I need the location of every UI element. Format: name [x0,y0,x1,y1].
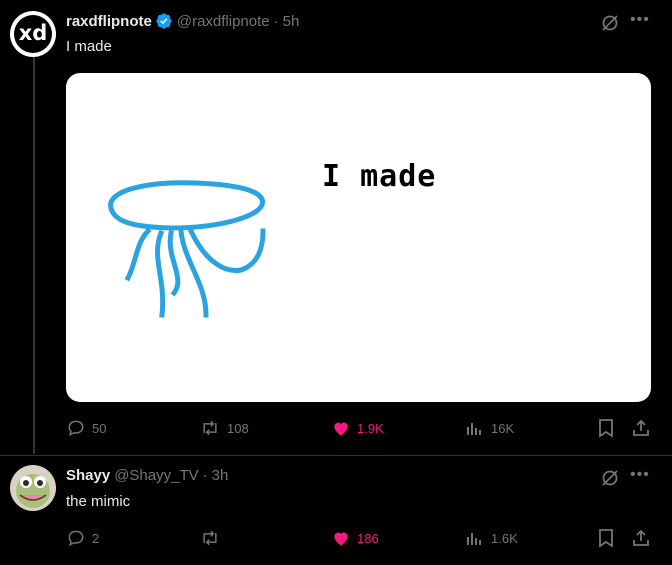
like-count: 1.9K [357,420,384,436]
reply-author-handle[interactable]: @Shayy_TV [114,467,198,484]
like-button[interactable]: 186 [331,528,379,548]
verified-badge-icon [155,12,173,30]
reply-count: 50 [92,420,107,436]
reply-time[interactable]: 3h [212,467,229,484]
like-button[interactable]: 1.9K [331,418,384,438]
reply-count: 2 [92,530,100,546]
thread-line [33,54,35,454]
author-handle[interactable]: @raxdflipnote [177,13,270,30]
repost-icon [203,420,217,436]
drawing-image [108,180,266,318]
like-count: 186 [357,530,379,546]
author-name[interactable]: raxdflipnote [66,13,152,30]
like-icon [334,532,348,546]
share-icon[interactable] [631,418,651,438]
post-text: I made [66,38,112,55]
views-button[interactable]: 16K [465,418,514,438]
views-count: 16K [491,420,515,436]
reply-icon [68,420,84,437]
repost-button[interactable] [199,528,227,548]
views-count: 1.6K [491,530,518,546]
reply-avatar[interactable] [10,465,56,511]
reply-icon [68,530,84,547]
like-icon [334,422,348,436]
divider [0,455,672,456]
bookmark-icon[interactable] [597,528,615,548]
repost-button[interactable]: 108 [199,418,249,438]
separator-dot: · [202,467,208,484]
reply-button[interactable]: 2 [66,528,99,548]
post-media[interactable]: I made [66,73,651,402]
share-icon[interactable] [631,528,651,548]
views-icon [467,423,481,435]
repost-icon [203,530,217,546]
media-caption: I made [322,159,437,194]
more-icon[interactable]: ••• [630,466,650,484]
author-avatar[interactable]: xd [10,11,56,57]
reply-button[interactable]: 50 [66,418,106,438]
reply-text: the mimic [66,493,131,510]
more-icon[interactable]: ••• [630,11,650,29]
views-button[interactable]: 1.6K [465,528,518,548]
separator-dot: · [273,12,279,30]
grok-icon[interactable] [600,13,620,38]
post-time[interactable]: 5h [283,13,300,30]
views-icon [467,533,481,545]
bookmark-icon[interactable] [597,418,615,438]
repost-count: 108 [227,420,249,436]
reply-author-name[interactable]: Shayy [66,467,110,484]
grok-icon[interactable] [600,468,620,493]
